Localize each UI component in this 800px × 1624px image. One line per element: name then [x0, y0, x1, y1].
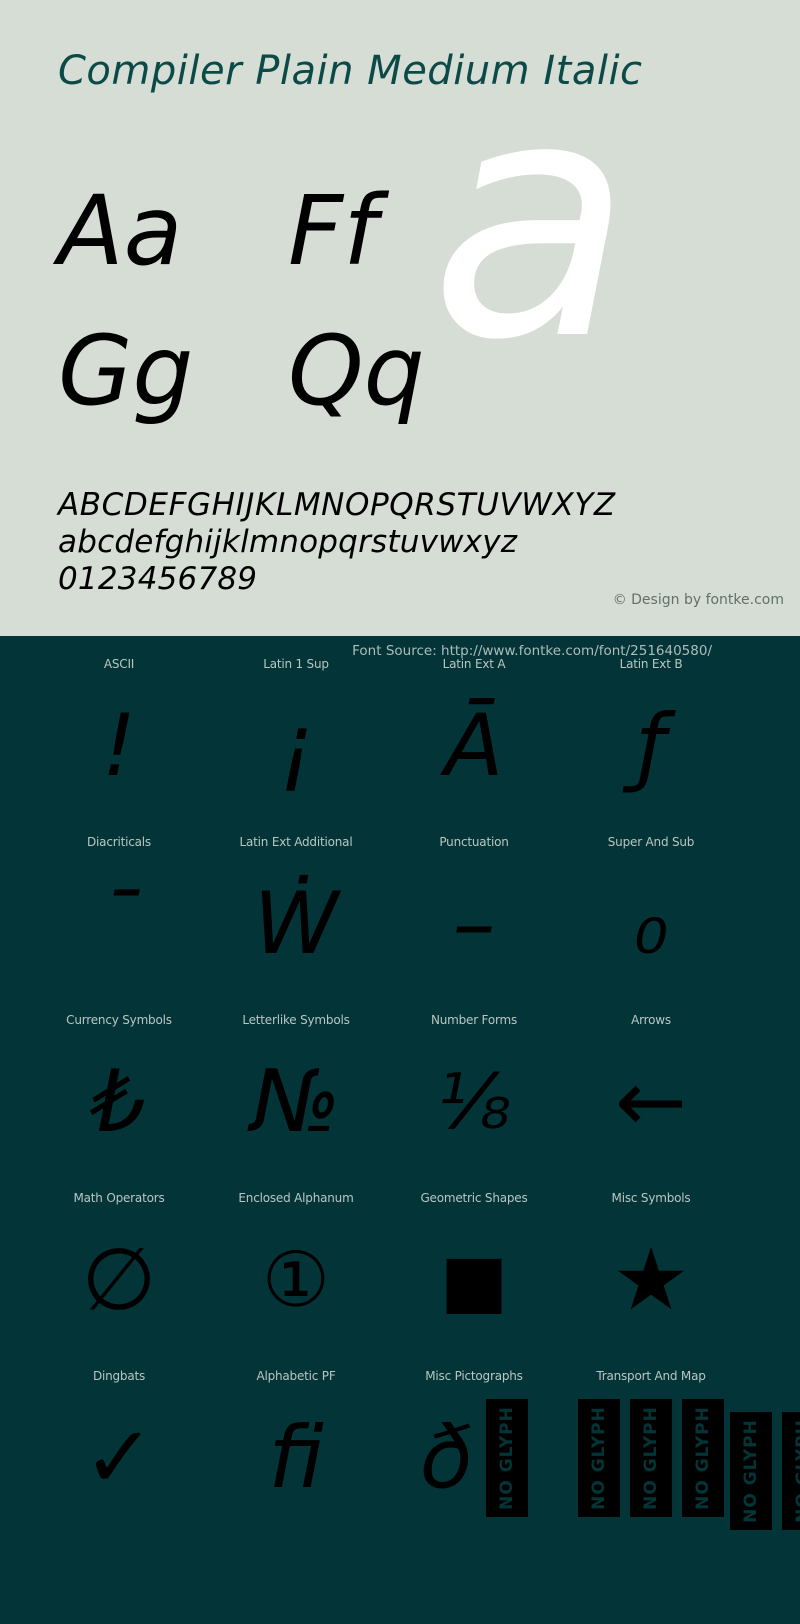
no-glyph-box: NO GLYPH [730, 1412, 772, 1530]
unicode-block-sample: – [452, 874, 496, 974]
unicode-block-cell: Alphabetic PF ﬁ [207, 1368, 385, 1518]
unicode-block-cell: Dingbats ✓ [30, 1368, 208, 1518]
unicode-block-cell: Currency Symbols ₺ [30, 1012, 208, 1162]
unicode-block-cell: Geometric Shapes ■ [385, 1190, 563, 1340]
alphabet-block: ABCDEFGHIJKLMNOPQRSTUVWXYZ abcdefghijklm… [58, 487, 758, 598]
hero-pair-Aa: Aa [58, 175, 183, 287]
unicode-block-label: Latin Ext Additional [239, 835, 353, 849]
unicode-block-sample: ← [614, 1052, 688, 1152]
unicode-block-sample: ■ [439, 1238, 509, 1322]
unicode-block-label: Punctuation [439, 835, 509, 849]
no-glyph-box: NO GLYPH [486, 1399, 529, 1517]
unicode-block-label: Transport And Map [596, 1369, 706, 1383]
unicode-block-row: Math Operators ∅ Enclosed Alphanum ① Geometr… [0, 1190, 800, 1368]
unicode-block-sample: ﬁ [268, 1408, 324, 1508]
unicode-block-cell: Diacriticals ˉ [30, 834, 208, 984]
unicode-block-sample: Ẇ [253, 874, 339, 974]
unicode-block-label: Dingbats [92, 1369, 146, 1383]
unicode-block-label: Number Forms [430, 1013, 518, 1027]
hero-pair-Ff: Ff [288, 175, 378, 287]
unicode-block-cell: Number Forms ⅛ [385, 1012, 563, 1162]
unicode-block-sample: ∅ [81, 1230, 157, 1330]
unicode-block-cell: Latin 1 Sup ¡ [207, 656, 385, 806]
unicode-block-label: Currency Symbols [66, 1013, 172, 1027]
unicode-block-cell: Arrows ← [562, 1012, 740, 1162]
unicode-block-sample: ✓ [82, 1408, 156, 1508]
unicode-block-label: Misc Pictographs [425, 1369, 523, 1383]
unicode-block-sample: ¡ [278, 696, 314, 796]
unicode-block-sample: ₺ [91, 1052, 147, 1152]
unicode-block-label: Letterlike Symbols [242, 1013, 350, 1027]
unicode-block-row: Diacriticals ˉ Latin Ext Additional Ẇ Punctu… [0, 834, 800, 1012]
unicode-block-cell: Super And Sub ₀ [562, 834, 740, 984]
unicode-block-label: Geometric Shapes [420, 1191, 528, 1205]
unicode-block-cell: ASCII! [30, 656, 208, 806]
hero-pair-Gg: Gg [58, 315, 194, 427]
no-glyph-box: NO GLYPH [630, 1399, 672, 1517]
hero-row: Gg Qq [58, 316, 478, 456]
no-glyph-label: NO GLYPH [589, 1406, 610, 1510]
unicode-block-sample: ★ [612, 1230, 690, 1330]
unicode-block-sample: ! [101, 696, 137, 796]
unicode-block-cell: Misc Pictographs ð NO GLYPH [385, 1368, 563, 1518]
unicode-block-label: Diacriticals [87, 835, 151, 849]
unicode-block-label: Misc Symbols [611, 1191, 691, 1205]
no-glyph-box: NO GLYPH [682, 1399, 724, 1517]
no-glyph-label: NO GLYPH [641, 1406, 662, 1510]
unicode-block-sample: ① [261, 1235, 331, 1324]
unicode-block-row: Currency Symbols ₺ Letterlike Symbols № Numb… [0, 1012, 800, 1190]
unicode-block-label: Math Operators [73, 1191, 165, 1205]
unicode-block-label: Latin Ext B [619, 657, 683, 671]
no-glyph-label: NO GLYPH [741, 1419, 762, 1523]
alphabet-uppercase: ABCDEFGHIJKLMNOPQRSTUVWXYZ [58, 487, 616, 523]
hero-letter-grid: Aa Ff Gg Qq [58, 176, 478, 456]
no-glyph-label: NO GLYPH [497, 1406, 518, 1510]
unicode-block-sample: ƒ [635, 696, 667, 796]
no-glyph-box: NO GLYPH [578, 1399, 620, 1517]
unicode-block-cell: Letterlike Symbols № [207, 1012, 385, 1162]
unicode-block-cell: Latin Ext B ƒ [562, 656, 740, 806]
unicode-block-row: Dingbats ✓ Alphabetic PF ﬁ Misc Pictographs ð… [0, 1368, 800, 1546]
hero-row: Aa Ff [58, 176, 478, 316]
unicode-block-sample: ⅛ [437, 1057, 511, 1146]
unicode-block-cell: Transport And Map NO GLYPH NO GLYPH NO GLYP… [562, 1368, 740, 1518]
unicode-block-sample: № [251, 1052, 341, 1152]
no-glyph-group: ð NO GLYPH [385, 1398, 563, 1518]
unicode-block-sample: ₀ [633, 874, 669, 974]
unicode-block-label: Arrows [631, 1013, 671, 1027]
no-glyph-label: NO GLYPH [693, 1406, 714, 1510]
no-glyph-overflow-group: NO GLYPH NO GLYPH [730, 1398, 800, 1530]
unicode-block-label: Latin 1 Sup [263, 657, 329, 671]
unicode-block-label: Alphabetic PF [256, 1369, 336, 1383]
unicode-block-cell: Punctuation – [385, 834, 563, 984]
unicode-block-cell: Latin Ext Additional Ẇ [207, 834, 385, 984]
unicode-block-sample: Ā [444, 696, 504, 796]
unicode-block-cell: Enclosed Alphanum ① [207, 1190, 385, 1340]
unicode-block-cell: Misc Symbols ★ [562, 1190, 740, 1340]
unicode-block-label: Super And Sub [607, 835, 695, 849]
unicode-block-sample: ˉ [97, 874, 141, 974]
specimen-hero-section: Compiler Plain Medium Italic a Aa Ff Gg … [0, 0, 800, 636]
unicode-block-sample: ð [419, 1408, 473, 1508]
unicode-block-label: Latin Ext A [442, 657, 506, 671]
design-credit: © Design by fontke.com [612, 592, 784, 608]
unicode-block-cell: Latin Ext A Ā [385, 656, 563, 806]
no-glyph-label: NO GLYPH [793, 1419, 800, 1523]
unicode-block-label: ASCII [103, 657, 135, 671]
alphabet-lowercase: abcdefghijklmnopqrstuvwxyz [58, 524, 518, 560]
unicode-block-cell: Math Operators ∅ [30, 1190, 208, 1340]
no-glyph-box: NO GLYPH [782, 1412, 800, 1530]
unicode-block-row: ASCII! Latin 1 Sup ¡ Latin Ext A Ā Latin Ext … [0, 656, 800, 834]
unicode-block-label: Enclosed Alphanum [238, 1191, 354, 1205]
unicode-blocks-grid: ASCII! Latin 1 Sup ¡ Latin Ext A Ā Latin Ext … [0, 656, 800, 1546]
no-glyph-group: NO GLYPH NO GLYPH NO GLYPH [562, 1398, 740, 1518]
hero-pair-Qq: Qq [288, 315, 425, 427]
unicode-blocks-section: Font Source: http://www.fontke.com/font/… [0, 636, 800, 1624]
